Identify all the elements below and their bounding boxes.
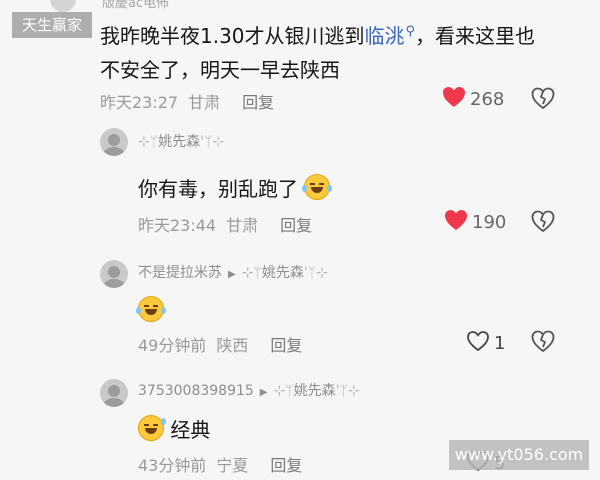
comment-meta: 43分钟前 宁夏 回复 [138,452,312,476]
comment-text-line2: 不安全了，明天一早去陕西 [100,58,340,82]
avatar[interactable] [100,379,128,407]
reply-arrow-icon: ▶ [259,387,268,398]
comment-text: 我昨晚半夜1.30才从银川逃到临洮⚲，看来这里也 [100,20,535,49]
watermark: 天生赢家 [12,12,92,38]
dislike-heart-icon[interactable] [531,330,555,354]
username[interactable]: 版慶ac电佈 [102,0,169,11]
comment-text-part: ，看来这里也 [415,24,536,48]
username[interactable]: 不是提拉米苏 [138,265,222,281]
tears-of-joy-emoji [136,296,166,322]
comment-text-row [136,296,166,323]
comment-time: 43分钟前 [138,456,207,475]
username-row: ⊹ᛘ姚先森'ᛘ⊹ [138,134,225,150]
avatar[interactable] [100,128,128,156]
reply-to-username[interactable]: 姚先森 [262,265,304,281]
comment-meta: 昨天23:27 甘肃 回复 [100,89,284,113]
comment-location: 甘肃 [188,93,221,112]
heart-outline-icon [467,331,489,352]
reply-button[interactable]: 回复 [242,93,274,112]
location-link[interactable]: 临洮 [365,24,405,48]
avatar[interactable] [50,0,76,12]
tears-of-joy-emoji [302,174,333,200]
reply-to-username[interactable]: 姚先森 [294,383,336,399]
comment-text-row: 你有毒，别乱跑了 [138,173,333,202]
dislike-heart-icon[interactable] [531,210,555,234]
grinning-sweat-emoji [138,415,166,441]
like-count: 1 [494,333,506,354]
comment-text-part: 我昨晚半夜1.30才从银川逃到 [100,24,365,48]
comment-location: 宁夏 [216,456,249,475]
like-count: 268 [470,89,505,110]
username[interactable]: 3753008398915 [138,383,254,399]
reply-arrow-icon: ▶ [228,269,236,280]
like-button[interactable]: 268 [442,86,504,113]
like-button[interactable]: 190 [444,209,506,236]
comment-text: 你有毒，别乱跑了 [138,177,298,201]
comment-time: 49分钟前 [138,336,207,355]
username-row: 3753008398915 ▶ ⊹ᛘ姚先森'ᛘ⊹ [138,383,360,399]
username[interactable]: 姚先森 [158,134,200,150]
comment-text-row: 经典 [138,414,210,443]
username-row: 不是提拉米苏 ▶ ⊹ᛘ姚先森'ᛘ⊹ [138,265,328,281]
comment-location: 甘肃 [226,216,259,235]
dislike-heart-icon[interactable] [531,87,555,111]
reply-button[interactable]: 回复 [270,336,302,355]
comment-time: 昨天23:27 [100,93,179,112]
reply-button[interactable]: 回复 [280,216,312,235]
like-button[interactable]: 1 [466,330,505,357]
reply-button[interactable]: 回复 [270,456,302,475]
watermark: www.yt056.com [449,440,589,470]
heart-filled-icon [445,210,467,230]
avatar[interactable] [100,260,128,288]
comment-meta: 49分钟前 陕西 回复 [138,332,312,356]
comment-meta: 昨天23:44 甘肃 回复 [138,212,322,236]
search-icon[interactable]: ⚲ [406,24,416,39]
heart-filled-icon [443,87,465,107]
comment-text: 经典 [170,418,211,442]
comment-time: 昨天23:44 [138,216,217,235]
comment-location: 陕西 [216,336,249,355]
like-count: 190 [472,212,507,233]
